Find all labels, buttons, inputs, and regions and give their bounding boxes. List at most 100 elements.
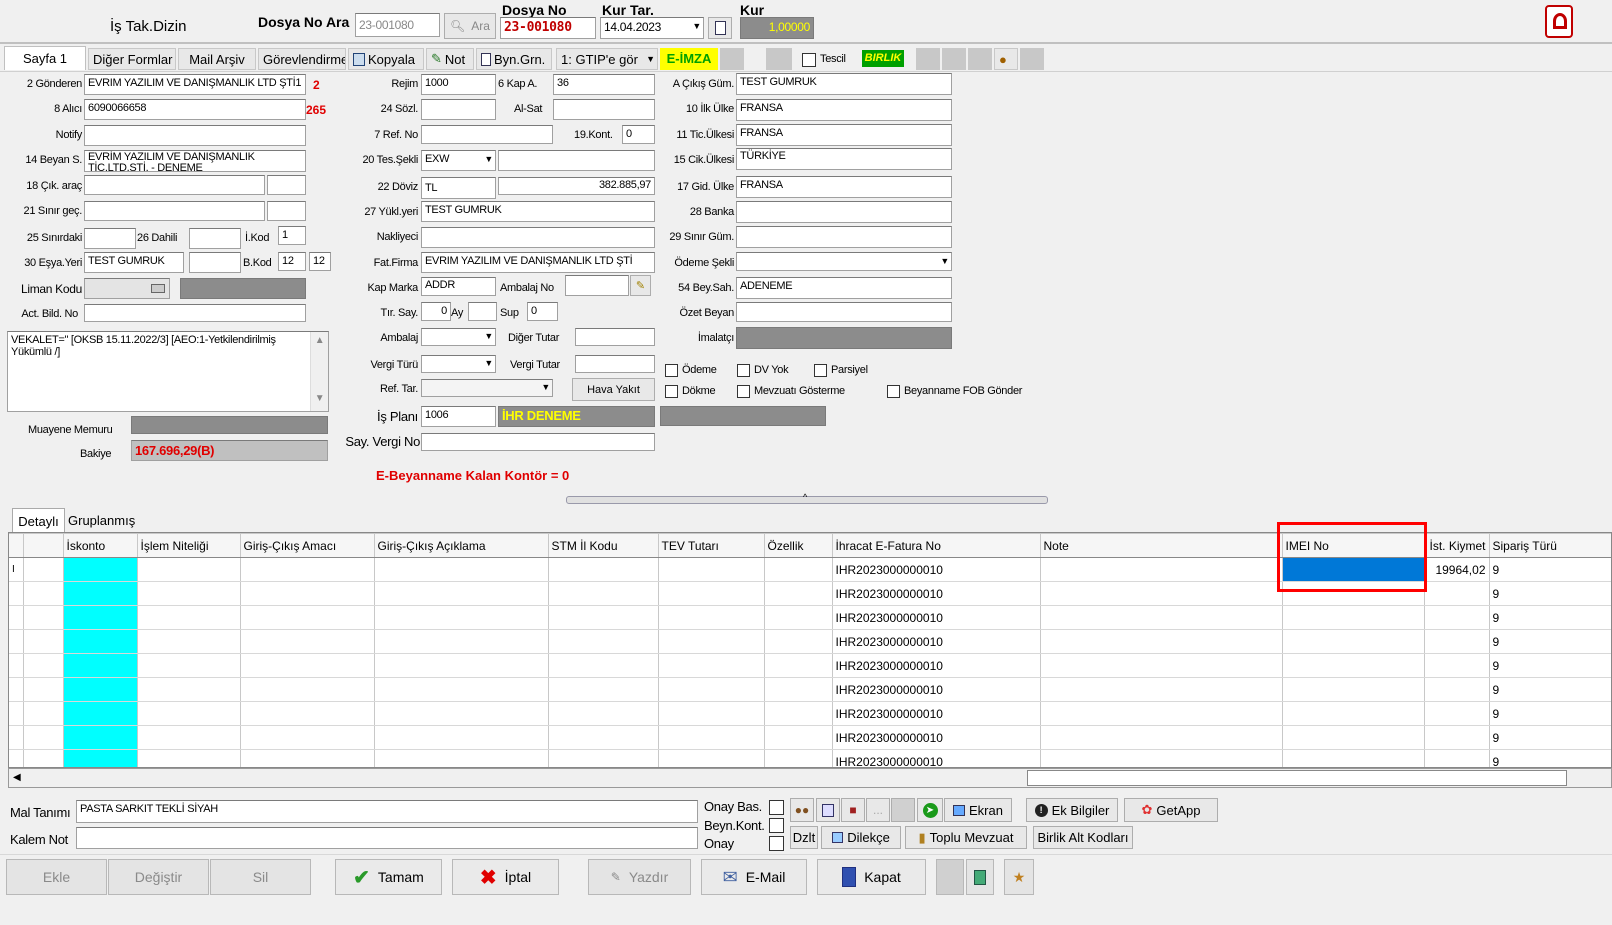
grid-cell[interactable]: I — [9, 557, 24, 582]
grid-cell[interactable] — [137, 629, 241, 654]
grid-cell[interactable] — [240, 581, 375, 606]
grid-cell[interactable] — [1040, 581, 1283, 606]
grid-cell[interactable] — [1424, 749, 1490, 767]
column-header[interactable]: İhracat E-Fatura No — [832, 533, 1041, 558]
grid-cell[interactable] — [9, 581, 24, 606]
grid-cell[interactable] — [764, 629, 833, 654]
vergi-turu-select[interactable]: ▼ — [421, 355, 496, 373]
fat-firma-input[interactable]: EVRIM YAZILIM VE DANIŞMANLIK LTD ŞTİ — [421, 252, 655, 273]
grid-cell[interactable] — [548, 629, 659, 654]
parsiyel-checkbox[interactable] — [814, 364, 827, 377]
grid-cell[interactable]: 9 — [1489, 581, 1611, 606]
tic-ulkesi-input[interactable]: FRANSA — [736, 124, 952, 146]
grid-cell[interactable]: 9 — [1489, 701, 1611, 726]
grid-cell[interactable] — [764, 725, 833, 750]
cik-arac-input[interactable] — [84, 175, 265, 195]
ekle-button[interactable]: Ekle — [6, 859, 107, 895]
grid-cell[interactable] — [137, 677, 241, 702]
grid-cell[interactable] — [1040, 749, 1283, 767]
iptal-button[interactable]: ✖ İptal — [452, 859, 559, 895]
grid-cell[interactable] — [63, 653, 138, 678]
grid-cell[interactable] — [548, 557, 659, 582]
email-button[interactable]: ✉ E-Mail — [701, 859, 807, 895]
scrollbar[interactable]: ▲ ▼ — [310, 332, 328, 411]
sozl-input[interactable] — [421, 99, 496, 120]
say-vergi-input[interactable] — [421, 433, 655, 451]
grid-cell[interactable]: 9 — [1489, 629, 1611, 654]
blank-tool-4[interactable] — [942, 48, 966, 70]
grid-cell[interactable] — [548, 581, 659, 606]
grid-cell[interactable]: IHR2023000000010 — [832, 629, 1041, 654]
nakliyeci-input[interactable] — [421, 227, 655, 248]
cik-ulkesi-input[interactable]: TÜRKİYE — [736, 148, 952, 170]
grid-cell[interactable] — [23, 581, 64, 606]
grid-cell[interactable]: IHR2023000000010 — [832, 653, 1041, 678]
grid-cell[interactable] — [9, 749, 24, 767]
kap-marka-input[interactable]: ADDR — [421, 277, 496, 296]
sinir-gec-input-2[interactable] — [267, 201, 306, 221]
banka-input[interactable] — [736, 201, 952, 223]
grid-cell[interactable] — [658, 557, 765, 582]
grid-cell[interactable] — [23, 557, 64, 582]
grid-cell[interactable] — [764, 557, 833, 582]
blank-tool-5[interactable] — [968, 48, 992, 70]
chevron-down-icon[interactable]: ▼ — [692, 21, 701, 31]
ilk-ulke-input[interactable]: FRANSA — [736, 99, 952, 121]
grid-cell[interactable] — [1040, 701, 1283, 726]
ambalaj-edit-button[interactable]: ✎ — [630, 275, 651, 296]
column-header[interactable]: İşlem Niteliği — [137, 533, 241, 558]
grid-cell[interactable] — [658, 749, 765, 767]
ikod-input[interactable]: 1 — [278, 226, 306, 245]
kap-input[interactable]: 36 — [553, 74, 655, 95]
grid-cell[interactable] — [137, 581, 241, 606]
grid-cell[interactable]: IHR2023000000010 — [832, 557, 1041, 582]
grid-cell[interactable] — [63, 605, 138, 630]
grid-cell[interactable] — [240, 557, 375, 582]
grid-cell[interactable] — [1040, 653, 1283, 678]
grid-cell[interactable] — [548, 749, 659, 767]
help-book-button[interactable]: ★ — [1004, 859, 1034, 895]
beyan-input[interactable]: EVRİM YAZILIM VE DANIŞMANLIK TİC.LTD.ŞTİ.… — [84, 150, 306, 172]
grid-cell[interactable] — [658, 701, 765, 726]
grid-cell[interactable]: 9 — [1489, 557, 1611, 582]
column-header[interactable]: Giriş-Çıkış Açıklama — [374, 533, 549, 558]
people-button[interactable]: ●● — [790, 798, 814, 822]
grid-cell[interactable] — [1282, 725, 1425, 750]
ozet-beyan-input[interactable] — [736, 302, 952, 322]
dosya-ara-input[interactable]: 23-001080 — [355, 13, 440, 37]
grid-cell[interactable] — [374, 653, 549, 678]
sinir-gum-input[interactable] — [736, 226, 952, 248]
bkod-input-2[interactable]: 12 — [309, 252, 331, 271]
alici-input[interactable]: 6090066658 — [84, 99, 306, 120]
grid-cell[interactable]: 9 — [1489, 653, 1611, 678]
grid-cell[interactable] — [764, 749, 833, 767]
table-row[interactable]: IHR2023000000010 9 — [9, 749, 1611, 767]
a-cikis-gum-input[interactable]: TEST GUMRUK — [736, 73, 952, 95]
grid-cell[interactable] — [374, 629, 549, 654]
grid-cell[interactable] — [137, 749, 241, 767]
yukl-yeri-input[interactable]: TEST GUMRUK — [421, 201, 655, 222]
grid-cell[interactable] — [240, 725, 375, 750]
dv-yok-checkbox[interactable] — [737, 364, 750, 377]
is-plani-input[interactable]: 1006 — [421, 406, 496, 427]
grid-cell[interactable] — [23, 629, 64, 654]
grid-cell[interactable] — [374, 605, 549, 630]
grid-cell[interactable] — [63, 557, 138, 582]
grid-cell[interactable] — [1424, 605, 1490, 630]
grid-cell[interactable]: 9 — [1489, 725, 1611, 750]
ekran-button[interactable]: Ekran — [944, 798, 1012, 822]
getapp-button[interactable]: ✿ GetApp — [1124, 798, 1218, 822]
toplu-mevzuat-button[interactable]: ▮ Toplu Mevzuat — [905, 826, 1027, 849]
kopyala-button[interactable]: Kopyala — [348, 48, 424, 70]
gid-ulke-input[interactable]: FRANSA — [736, 176, 952, 198]
grid-cell[interactable] — [63, 701, 138, 726]
table-row[interactable]: IHR2023000000010 9 — [9, 629, 1611, 654]
grid-cell[interactable] — [548, 677, 659, 702]
grid-cell[interactable] — [1424, 629, 1490, 654]
rejim-input[interactable]: 1000 — [421, 74, 496, 95]
tes-sekli-input[interactable] — [498, 150, 655, 171]
grid-cell[interactable] — [9, 701, 24, 726]
diger-formlar-button[interactable]: Diğer Formlar — [88, 48, 176, 70]
grid-cell[interactable] — [1282, 677, 1425, 702]
gorevlendirme-button[interactable]: Görevlendirme — [258, 48, 346, 70]
